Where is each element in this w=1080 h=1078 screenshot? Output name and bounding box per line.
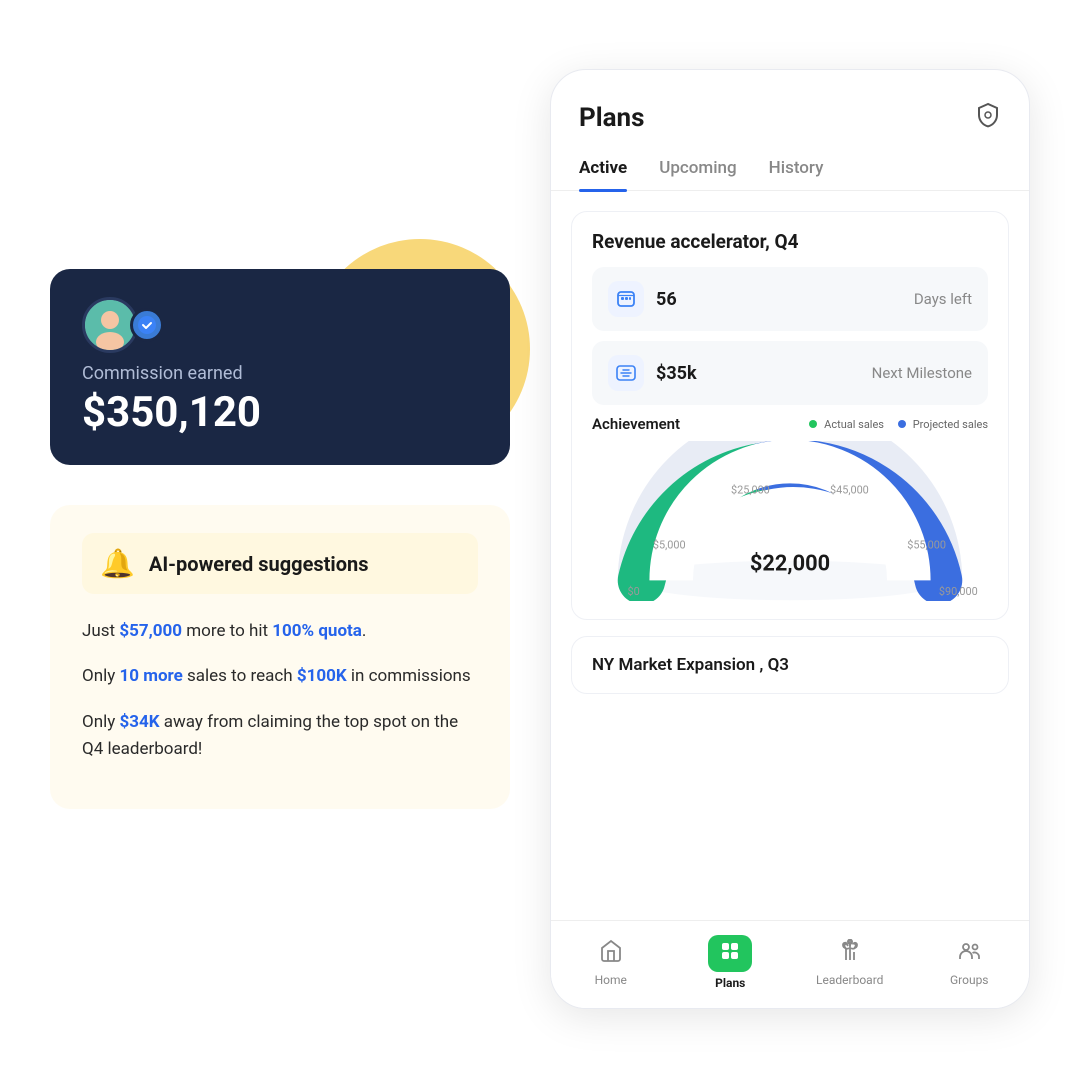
- legend-projected: Projected sales: [898, 418, 988, 431]
- ny-market-card: NY Market Expansion , Q3: [571, 636, 1009, 694]
- nav-groups[interactable]: Groups: [934, 939, 1004, 987]
- ai-card-title: AI-powered suggestions: [149, 552, 369, 576]
- achievement-section: Achievement Actual sales Projected sales: [592, 415, 988, 601]
- commission-card: Commission earned $350,120: [50, 269, 510, 465]
- verified-badge-icon: [130, 308, 164, 342]
- ai-suggestion-1: Just $57,000 more to hit 100% quota.: [82, 618, 478, 645]
- ai-card-header: 🔔 AI-powered suggestions: [82, 533, 478, 594]
- home-icon: [599, 939, 623, 969]
- shield-icon[interactable]: [975, 102, 1001, 134]
- milestone-label: Next Milestone: [872, 364, 972, 382]
- tab-active[interactable]: Active: [579, 158, 627, 190]
- leaderboard-icon: [838, 939, 862, 969]
- legend-actual-dot: [809, 420, 817, 428]
- suggestion1-highlight1: $57,000: [119, 621, 182, 641]
- ny-market-title: NY Market Expansion , Q3: [592, 655, 988, 675]
- main-container: Commission earned $350,120 🔔 AI-powered …: [0, 0, 1080, 1078]
- ai-suggestions-card: 🔔 AI-powered suggestions Just $57,000 mo…: [50, 505, 510, 809]
- suggestion2-highlight2: $100K: [297, 666, 347, 686]
- suggestion3-highlight1: $34K: [119, 712, 159, 732]
- legend-actual: Actual sales: [809, 418, 884, 431]
- ai-suggestion-3: Only $34K away from claiming the top spo…: [82, 709, 478, 763]
- svg-text:$0: $0: [627, 585, 639, 598]
- ai-suggestion-2: Only 10 more sales to reach $100K in com…: [82, 663, 478, 690]
- nav-leaderboard-label: Leaderboard: [816, 973, 883, 987]
- nav-home-label: Home: [595, 973, 627, 987]
- nav-home[interactable]: Home: [576, 939, 646, 987]
- avatar-container: [82, 297, 478, 353]
- plan-card-title: Revenue accelerator, Q4: [592, 230, 988, 253]
- days-left-label: Days left: [914, 290, 972, 308]
- milestone-value: $35k: [656, 363, 697, 384]
- svg-text:$90,000: $90,000: [939, 585, 978, 598]
- suggestion2-highlight1: 10 more: [119, 666, 182, 686]
- tab-history[interactable]: History: [769, 158, 824, 190]
- revenue-accelerator-card: Revenue accelerator, Q4: [571, 211, 1009, 620]
- svg-text:$22,000: $22,000: [750, 552, 830, 577]
- suggestion1-end: .: [362, 621, 366, 641]
- plans-icon: [708, 935, 752, 972]
- days-icon: [608, 281, 644, 317]
- commission-label: Commission earned: [82, 363, 478, 384]
- achievement-header: Achievement Actual sales Projected sales: [592, 415, 988, 433]
- suggestion2-end: in commissions: [351, 666, 471, 686]
- days-left-row: 56 Days left: [592, 267, 988, 331]
- commission-amount: $350,120: [82, 388, 478, 437]
- legend-projected-dot: [898, 420, 906, 428]
- days-left-left: 56: [608, 281, 677, 317]
- tab-upcoming[interactable]: Upcoming: [659, 158, 736, 190]
- suggestion1-highlight2: 100% quota: [272, 621, 362, 641]
- legend-actual-label: Actual sales: [824, 418, 884, 431]
- gauge-chart: $22,000 $0 $5,000 $25,000 $45,000 $55,00…: [592, 441, 988, 601]
- nav-plans-label: Plans: [715, 976, 745, 990]
- legend-projected-label: Projected sales: [913, 418, 988, 431]
- bell-icon: 🔔: [100, 547, 135, 580]
- achievement-title: Achievement: [592, 415, 680, 433]
- svg-text:$5,000: $5,000: [653, 539, 686, 552]
- days-left-value: 56: [656, 289, 677, 310]
- plans-tabs: Active Upcoming History: [551, 142, 1029, 191]
- plans-title: Plans: [579, 103, 644, 133]
- achievement-legend: Actual sales Projected sales: [809, 418, 988, 431]
- nav-leaderboard[interactable]: Leaderboard: [815, 939, 885, 987]
- milestone-left: $35k: [608, 355, 697, 391]
- groups-icon: [957, 939, 981, 969]
- phone-mockup: Plans Active Upcoming History Revenue ac…: [550, 69, 1030, 1009]
- plans-content: Revenue accelerator, Q4: [551, 191, 1029, 920]
- svg-text:$55,000: $55,000: [907, 539, 946, 552]
- milestone-icon: [608, 355, 644, 391]
- nav-plans[interactable]: Plans: [695, 935, 765, 990]
- plans-header: Plans: [551, 70, 1029, 134]
- left-panel: Commission earned $350,120 🔔 AI-powered …: [50, 269, 510, 809]
- svg-text:$25,000: $25,000: [731, 483, 770, 496]
- bottom-nav: Home Plans: [551, 920, 1029, 1008]
- svg-text:$45,000: $45,000: [830, 483, 869, 496]
- milestone-row: $35k Next Milestone: [592, 341, 988, 405]
- nav-groups-label: Groups: [950, 973, 989, 987]
